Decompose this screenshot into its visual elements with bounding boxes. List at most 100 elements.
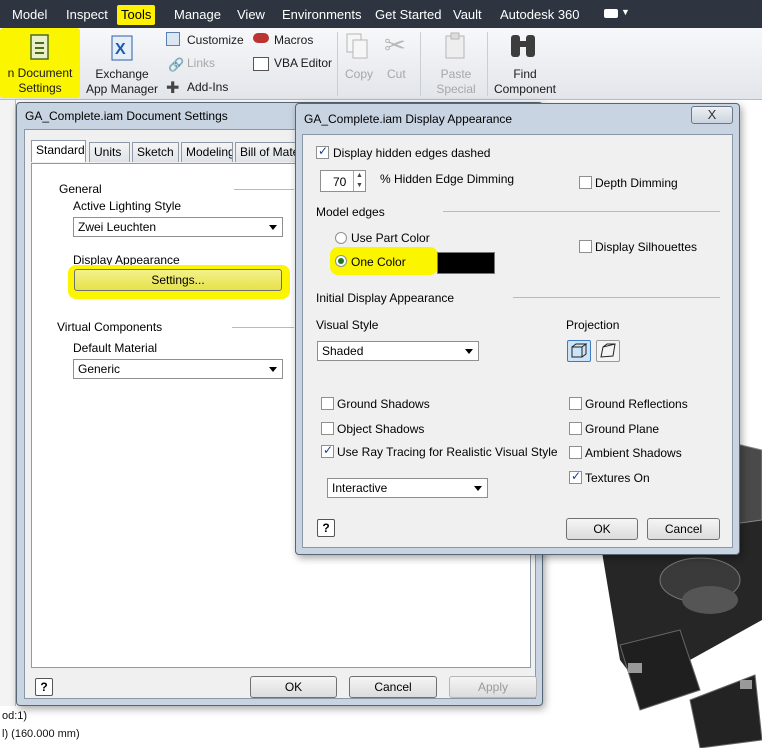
ground-reflections-label: Ground Reflections (585, 397, 688, 411)
display-appearance-title: GA_Complete.iam Display Appearance (304, 112, 513, 126)
object-shadows-checkbox[interactable] (321, 422, 334, 435)
add-ins-button[interactable]: Add-Ins (187, 80, 228, 95)
one-color-radio[interactable] (335, 255, 347, 267)
vba-editor-button[interactable]: VBA Editor (274, 56, 332, 71)
one-color-label: One Color (351, 255, 406, 269)
binoculars-icon (511, 35, 535, 57)
tab-units[interactable]: Units (89, 142, 130, 162)
projection-label: Projection (566, 318, 620, 332)
use-part-color-label: Use Part Color (351, 231, 430, 245)
textures-on-label: Textures On (585, 471, 650, 485)
customize-button[interactable]: Customize (187, 33, 244, 48)
ribbon: n Document Settings X Exchange App Manag… (0, 28, 762, 100)
apply-button[interactable]: Apply (449, 676, 537, 698)
perspective-cube-icon (600, 343, 616, 358)
help-icon[interactable]: ? (35, 678, 53, 696)
display-hidden-edges-dashed-checkbox[interactable] (316, 144, 329, 159)
display-silhouettes-label: Display Silhouettes (595, 240, 698, 254)
exchange-app-manager-button[interactable]: Exchange App Manager (84, 67, 160, 97)
cloud-toggle-icon[interactable] (604, 9, 618, 18)
tab-standard[interactable]: Standard (31, 140, 86, 162)
menu-get-started[interactable]: Get Started (375, 7, 441, 22)
links-icon: 🔗 (168, 57, 185, 72)
tab-modeling[interactable]: Modeling (181, 142, 233, 162)
use-ray-tracing-checkbox[interactable] (321, 443, 334, 458)
active-lighting-style-select[interactable]: Zwei Leuchten (73, 217, 283, 237)
customize-icon (166, 32, 180, 46)
menu-view[interactable]: View (237, 7, 265, 22)
hidden-edge-dimming-label: % Hidden Edge Dimming (380, 172, 515, 186)
ambient-shadows-checkbox[interactable] (569, 446, 582, 459)
model-browser-strip (0, 100, 16, 710)
ok-button[interactable]: OK (566, 518, 638, 540)
use-part-color-radio[interactable] (335, 232, 347, 244)
initial-display-appearance-heading: Initial Display Appearance (316, 291, 455, 305)
object-shadows-label: Object Shadows (337, 422, 425, 436)
ray-tracing-mode-select[interactable]: Interactive (327, 478, 488, 498)
cut-icon: ✂ (384, 30, 406, 60)
orthographic-projection-button[interactable] (567, 340, 591, 362)
ground-plane-checkbox[interactable] (569, 422, 582, 435)
copy-icon (346, 33, 368, 59)
edge-color-swatch[interactable] (437, 252, 495, 274)
depth-dimming-label: Depth Dimming (595, 176, 678, 190)
display-appearance-settings-button[interactable]: Settings... (74, 269, 282, 291)
cut-button[interactable]: Cut (387, 67, 406, 82)
menu-inspect[interactable]: Inspect (66, 7, 108, 22)
virtual-components-heading: Virtual Components (57, 320, 163, 334)
macros-icon (253, 33, 269, 43)
menu-autodesk-360[interactable]: Autodesk 360 (500, 7, 580, 22)
spin-down-icon[interactable]: ▼ (353, 181, 365, 191)
visual-style-select[interactable]: Shaded (317, 341, 479, 361)
document-settings-icon (30, 34, 49, 60)
active-lighting-style-value: Zwei Leuchten (78, 220, 157, 234)
paste-special-button[interactable]: Paste Special (430, 67, 482, 97)
copy-button[interactable]: Copy (345, 67, 373, 82)
display-silhouettes-checkbox[interactable] (579, 240, 592, 253)
menu-bar: Model Inspect Tools Manage View Environm… (0, 0, 762, 28)
menu-model[interactable]: Model (12, 7, 47, 22)
macros-button[interactable]: Macros (274, 33, 313, 48)
help-icon[interactable]: ? (317, 519, 335, 537)
tab-bill-of-materials[interactable]: Bill of Materia (235, 142, 301, 162)
visual-style-label: Visual Style (316, 318, 379, 332)
close-button[interactable]: X (691, 106, 733, 124)
browser-line[interactable]: od:1) (2, 710, 27, 722)
use-ray-tracing-label: Use Ray Tracing for Realistic Visual Sty… (337, 445, 558, 459)
menu-manage[interactable]: Manage (174, 7, 221, 22)
display-hidden-edges-dashed-label: Display hidden edges dashed (333, 146, 491, 160)
menu-tools[interactable]: Tools (117, 5, 156, 25)
visual-style-value: Shaded (322, 344, 364, 358)
default-material-value: Generic (78, 362, 121, 376)
tab-sketch[interactable]: Sketch (132, 142, 179, 162)
menu-environments[interactable]: Environments (282, 7, 361, 22)
browser-line[interactable]: l) (160.000 mm) (2, 728, 80, 740)
ray-tracing-mode-value: Interactive (332, 481, 388, 495)
display-appearance-body: Display hidden edges dashed 70 ▲ ▼ % Hid… (302, 134, 733, 548)
svg-text:X: X (115, 41, 126, 58)
ground-shadows-label: Ground Shadows (337, 397, 430, 411)
spin-up-icon[interactable]: ▲ (353, 171, 365, 181)
textures-on-checkbox[interactable] (569, 469, 582, 484)
cancel-button[interactable]: Cancel (349, 676, 437, 698)
model-browser: od:1) l) (160.000 mm) (0, 706, 290, 748)
depth-dimming-checkbox[interactable] (579, 176, 592, 189)
ok-button[interactable]: OK (250, 676, 337, 698)
active-lighting-style-label: Active Lighting Style (73, 199, 182, 213)
find-component-button[interactable]: Find Component (490, 67, 560, 97)
document-settings-button[interactable]: n Document Settings (0, 28, 80, 98)
document-settings-label: n Document Settings (7, 66, 73, 95)
menu-vault[interactable]: Vault (453, 7, 482, 22)
cancel-button[interactable]: Cancel (647, 518, 720, 540)
add-ins-icon: ✚ (166, 80, 180, 97)
ground-shadows-checkbox[interactable] (321, 397, 334, 410)
ground-reflections-checkbox[interactable] (569, 397, 582, 410)
model-edges-heading: Model edges (316, 205, 385, 219)
ground-plane-label: Ground Plane (585, 422, 660, 436)
hidden-edge-dimming-value: 70 (333, 175, 347, 189)
links-button[interactable]: Links (187, 56, 215, 71)
chevron-down-icon[interactable]: ▼ (621, 7, 630, 17)
default-material-select[interactable]: Generic (73, 359, 283, 379)
hidden-edge-dimming-spinner[interactable]: 70 ▲ ▼ (320, 170, 366, 192)
perspective-projection-button[interactable] (596, 340, 620, 362)
